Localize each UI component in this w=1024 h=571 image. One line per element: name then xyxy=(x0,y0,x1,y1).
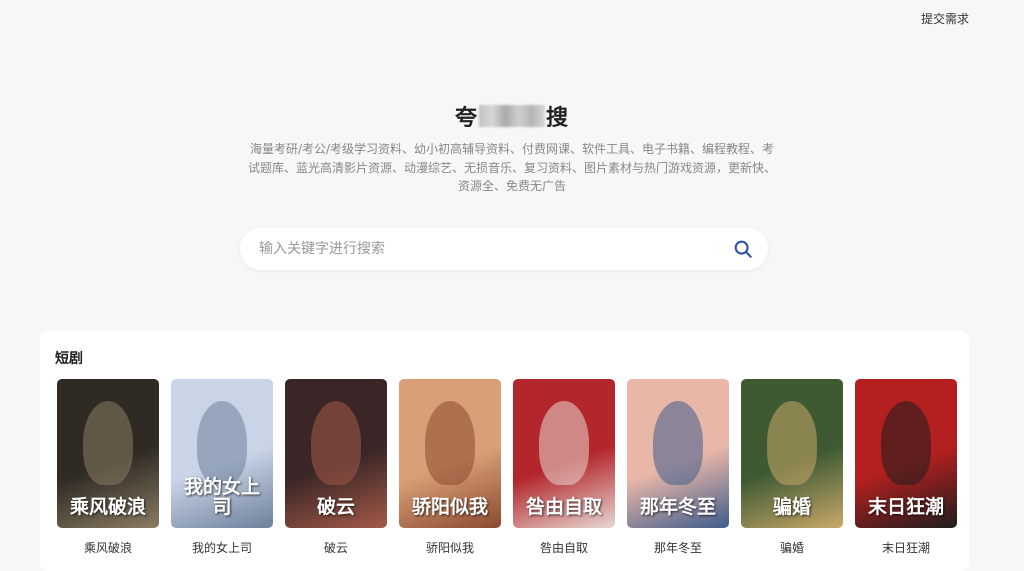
submit-request-link[interactable]: 提交需求 xyxy=(921,10,969,27)
drama-poster[interactable]: 骗婚 xyxy=(741,379,843,528)
drama-card[interactable]: 我的女上司 我的女上司 xyxy=(171,379,273,556)
poster-title-art: 末日狂潮 xyxy=(867,496,944,519)
drama-title[interactable]: 骗婚 xyxy=(741,539,843,556)
drama-poster[interactable]: 那年冬至 xyxy=(627,379,729,528)
blurred-title-middle xyxy=(479,105,545,127)
drama-title[interactable]: 咎由自取 xyxy=(513,539,615,556)
drama-card[interactable]: 那年冬至 那年冬至 xyxy=(627,379,729,556)
drama-title[interactable]: 末日狂潮 xyxy=(855,539,957,556)
poster-title-art: 骄阳似我 xyxy=(411,496,488,519)
short-drama-section: 短剧 乘风破浪 乘风破浪 我的女上司 我的女上司 破云 破云 骄阳似我 骄阳似我 咎由自… xyxy=(40,331,969,571)
drama-card[interactable]: 乘风破浪 乘风破浪 xyxy=(57,379,159,556)
drama-title[interactable]: 骄阳似我 xyxy=(399,539,501,556)
poster-title-art: 我的女上司 xyxy=(183,476,260,519)
drama-title[interactable]: 乘风破浪 xyxy=(57,539,159,556)
drama-poster[interactable]: 咎由自取 xyxy=(513,379,615,528)
poster-title-art: 乘风破浪 xyxy=(69,496,146,519)
drama-poster[interactable]: 我的女上司 xyxy=(171,379,273,528)
drama-title[interactable]: 那年冬至 xyxy=(627,539,729,556)
drama-title[interactable]: 破云 xyxy=(285,539,387,556)
site-title-end: 搜 xyxy=(546,106,570,131)
drama-card[interactable]: 骄阳似我 骄阳似我 xyxy=(399,379,501,556)
drama-grid: 乘风破浪 乘风破浪 我的女上司 我的女上司 破云 破云 骄阳似我 骄阳似我 咎由自取 咎由… xyxy=(57,379,957,556)
site-title-start: 夸 xyxy=(454,106,478,131)
drama-poster[interactable]: 乘风破浪 xyxy=(57,379,159,528)
drama-card[interactable]: 咎由自取 咎由自取 xyxy=(513,379,615,556)
drama-poster[interactable]: 破云 xyxy=(285,379,387,528)
drama-card[interactable]: 末日狂潮 末日狂潮 xyxy=(855,379,957,556)
poster-title-art: 咎由自取 xyxy=(525,496,602,519)
site-description: 海量考研/考公/考级学习资料、幼小初高辅导资料、付费网课、软件工具、电子书籍、编… xyxy=(247,142,776,193)
search-bar xyxy=(240,228,768,270)
poster-title-art: 骗婚 xyxy=(772,496,811,519)
drama-poster[interactable]: 末日狂潮 xyxy=(855,379,957,528)
site-title: 夸 搜 xyxy=(0,98,1024,134)
section-title: 短剧 xyxy=(55,351,83,367)
drama-card[interactable]: 骗婚 骗婚 xyxy=(741,379,843,556)
drama-title[interactable]: 我的女上司 xyxy=(171,539,273,556)
hero: 夸 搜 海量考研/考公/考级学习资料、幼小初高辅导资料、付费网课、软件工具、电子… xyxy=(0,98,1024,196)
drama-card[interactable]: 破云 破云 xyxy=(285,379,387,556)
poster-title-art: 破云 xyxy=(316,496,355,519)
search-icon[interactable] xyxy=(732,238,754,260)
poster-title-art: 那年冬至 xyxy=(639,496,716,519)
drama-poster[interactable]: 骄阳似我 xyxy=(399,379,501,528)
search-input[interactable] xyxy=(259,241,732,257)
